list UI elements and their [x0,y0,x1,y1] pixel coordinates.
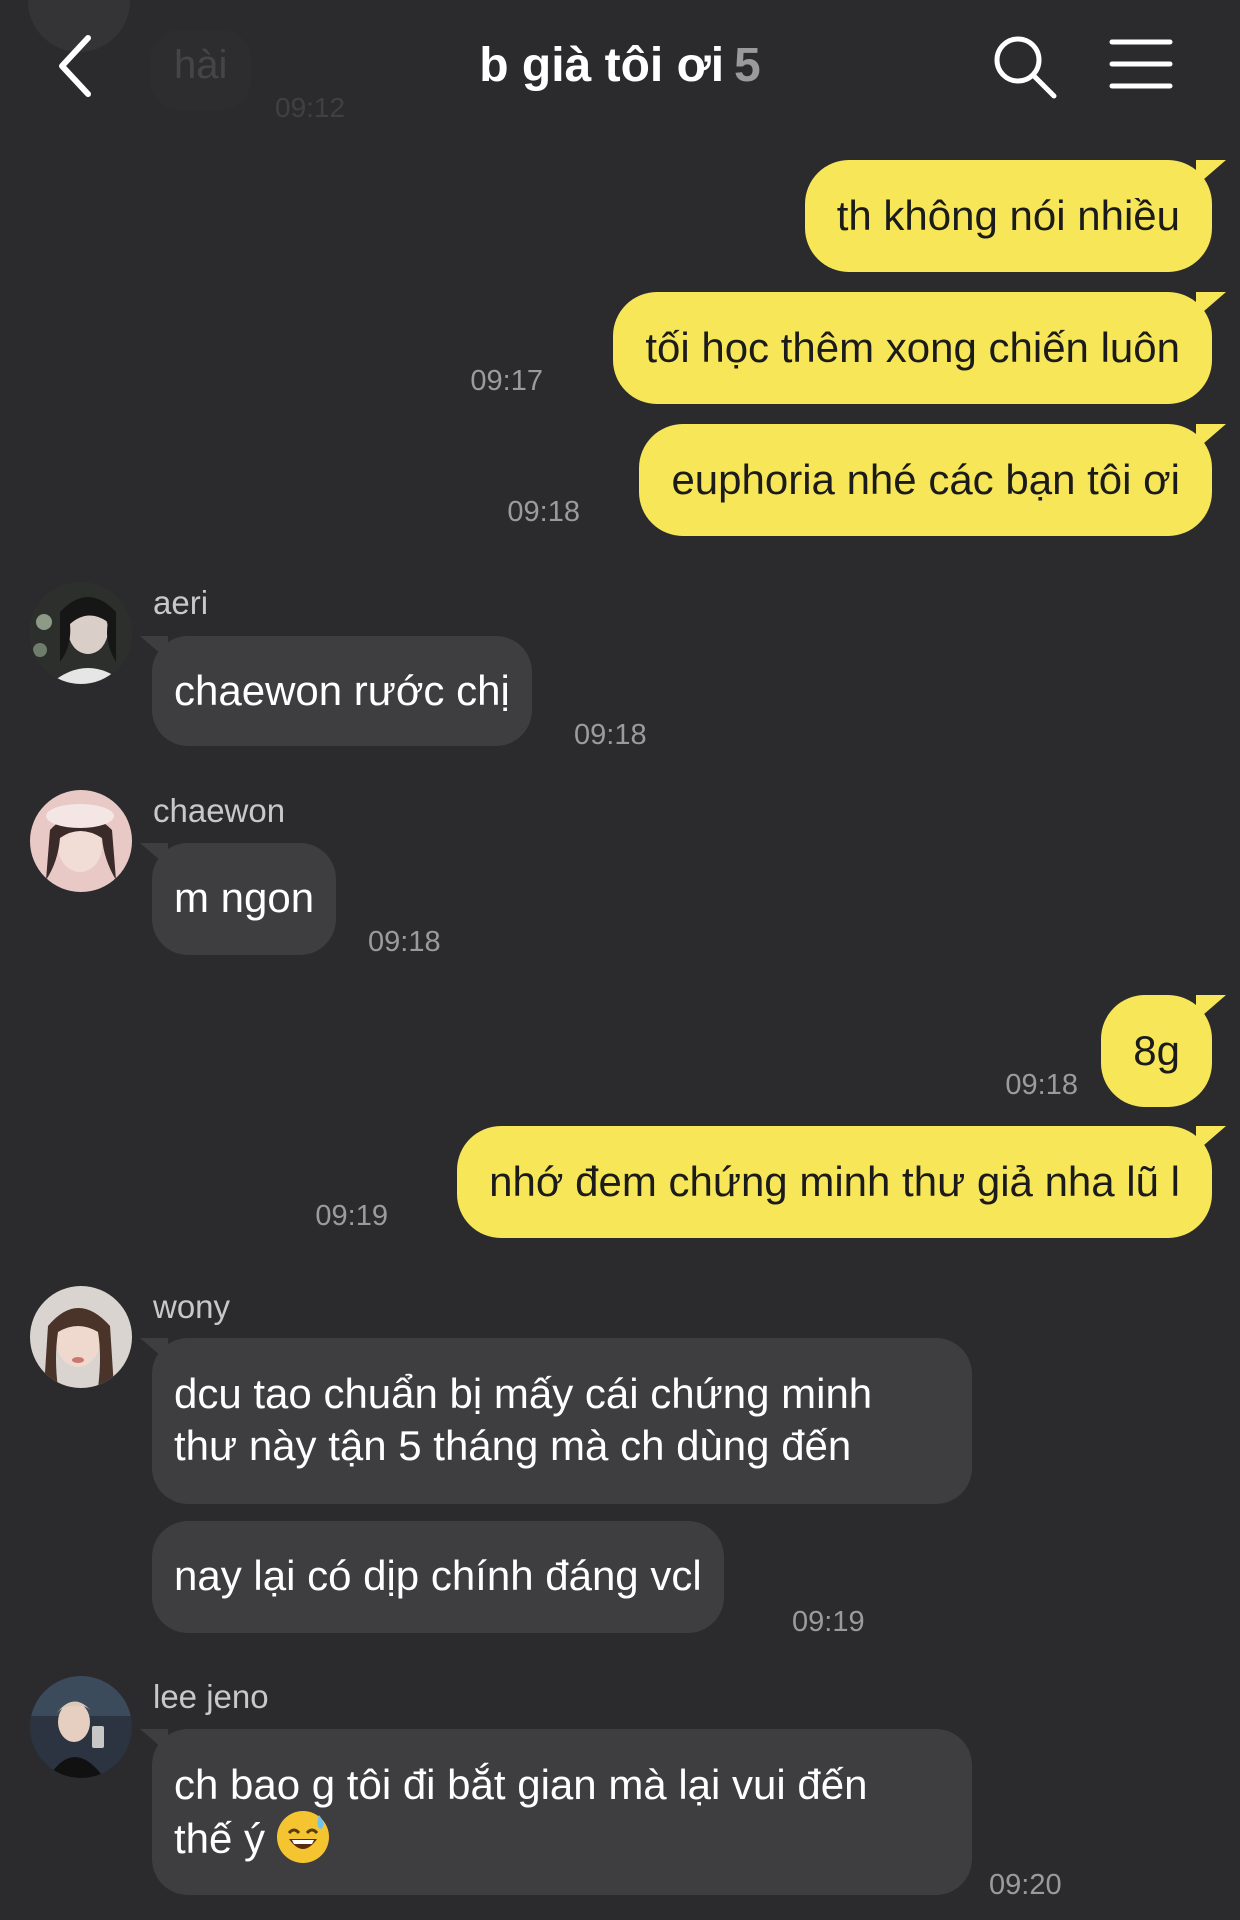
bubble-tail [1196,160,1226,186]
bubble-tail [1196,292,1226,318]
sender-name: aeri [153,584,209,621]
avatar[interactable] [30,582,132,684]
avatar[interactable] [30,790,132,892]
search-button[interactable] [990,32,1060,102]
search-icon [994,36,1057,99]
incoming-message[interactable]: nay lại có dịp chính đáng vcl [152,1521,724,1633]
bubble-tail [1196,1126,1226,1152]
incoming-message[interactable]: ch bao g tôi đi bắt gian mà lại vui đến … [140,1729,972,1895]
message-text: m ngon [174,874,315,921]
bubble-tail [1196,424,1226,450]
sweat-smile-emoji-icon [276,1811,329,1863]
message-time: 09:19 [792,1606,865,1638]
outgoing-message[interactable]: nhớ đem chứng minh thư giả nha lũ l [457,1126,1226,1238]
avatar[interactable] [30,1286,132,1388]
hamburger-menu-icon [1109,39,1173,89]
emoji-face [277,1812,328,1862]
message-time: 09:18 [507,496,580,528]
sender-name: chaewon [153,792,286,829]
message-text: nhớ đem chứng minh thư giả nha lũ l [489,1158,1180,1205]
chat-title-text: b già tôi ơi [479,39,725,92]
bubble-tail [1196,995,1226,1021]
incoming-message[interactable]: m ngon [140,843,337,955]
menu-button[interactable] [1108,36,1174,92]
outgoing-message[interactable]: tối học thêm xong chiến luôn [613,292,1226,404]
message-text-line: dcu tao chuẩn bị mấy cái chứng minh [174,1370,873,1417]
incoming-message[interactable]: dcu tao chuẩn bị mấy cái chứng minh thư … [140,1338,972,1504]
message-text: tối học thêm xong chiến luôn [645,324,1180,371]
message-text: euphoria nhé các bạn tôi ơi [671,456,1180,503]
message-text-line-with-emoji: thế ý [174,1811,950,1865]
message-time: 09:18 [574,719,647,751]
incoming-message[interactable]: chaewon rước chị [140,636,532,746]
chat-screen: hài 09:12 b già tôi ơi 5 th không nói nh… [0,0,1240,1920]
profile-photo-icon [30,790,132,892]
message-text-line: ch bao g tôi đi bắt gian mà lại vui đến [174,1761,868,1808]
message-text-line: thế ý [174,1815,266,1862]
message-text: th không nói nhiều [836,192,1180,239]
outgoing-message[interactable]: th không nói nhiều [804,160,1226,272]
message-time: 09:20 [989,1869,1062,1901]
outgoing-message[interactable]: 8g [1101,995,1226,1107]
avatar[interactable] [30,1676,132,1778]
message-text-line: thư này tận 5 tháng mà ch dùng đến [174,1422,852,1469]
message-text: nay lại có dịp chính đáng vcl [174,1552,702,1599]
message-text: 8g [1133,1027,1180,1074]
message-text: chaewon rước chị [174,667,510,714]
outgoing-message[interactable]: euphoria nhé các bạn tôi ơi [639,424,1226,536]
sender-name: wony [153,1288,231,1325]
profile-photo-icon [30,1286,132,1388]
profile-photo-icon [30,1676,132,1778]
bubble-tail [140,1338,168,1362]
message-time: 09:18 [1005,1069,1078,1101]
chat-header: hài 09:12 b già tôi ơi 5 [0,0,1240,140]
message-time: 09:19 [315,1200,388,1232]
member-count: 5 [734,39,761,92]
bubble-tail [140,1729,168,1753]
profile-photo-icon [30,582,132,684]
bubble-tail [140,636,168,660]
bubble-tail [140,843,168,867]
message-time: 09:17 [470,365,543,397]
scrolled-message-time: 09:12 [275,92,346,123]
sender-name: lee jeno [153,1678,269,1715]
message-time: 09:18 [368,926,441,958]
